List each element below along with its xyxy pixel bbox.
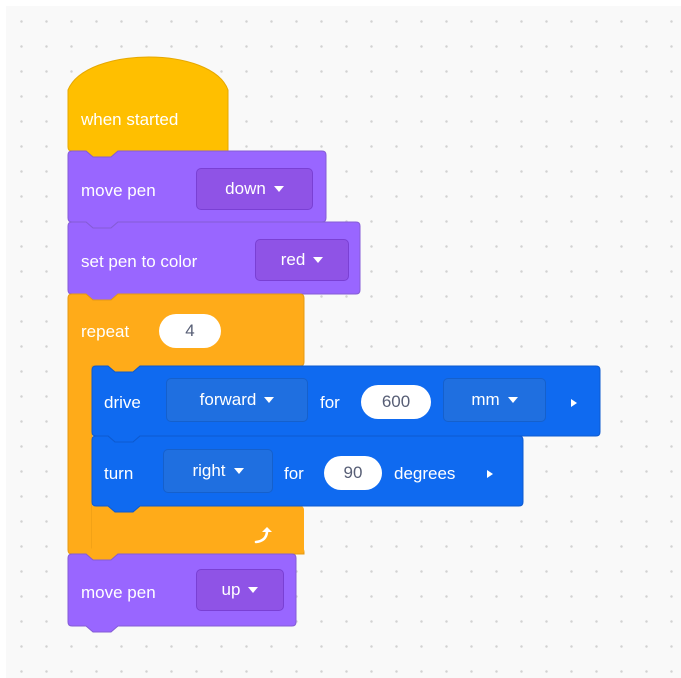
turn-label: turn	[104, 464, 134, 483]
drive-direction-value: forward	[199, 390, 257, 409]
block-workspace[interactable]: when started move pen down set pen to co…	[6, 6, 681, 678]
chevron-down-icon	[248, 587, 259, 593]
pen-color-dropdown[interactable]: red	[255, 239, 349, 281]
turn-block-shape	[91, 435, 524, 513]
repeat-label: repeat	[81, 322, 130, 341]
chevron-down-icon	[507, 397, 518, 403]
turn-angle-input[interactable]: 90	[324, 456, 382, 490]
turn-unit-label: degrees	[394, 464, 456, 483]
pen-up-value: up	[221, 580, 241, 599]
pen-position-value: down	[225, 179, 266, 198]
pen-up-dropdown[interactable]: up	[196, 569, 284, 611]
pen-color-label: set pen to color	[81, 252, 198, 271]
drive-unit-value: mm	[471, 390, 500, 409]
drive-direction-dropdown[interactable]: forward	[166, 378, 308, 422]
pen-color-value: red	[280, 250, 306, 269]
loop-arrow-icon	[254, 527, 272, 544]
chevron-down-icon	[313, 257, 324, 263]
chevron-down-icon	[273, 186, 284, 192]
drive-unit-dropdown[interactable]: mm	[443, 378, 546, 422]
turn-for-label: for	[284, 464, 304, 483]
chevron-down-icon	[264, 397, 275, 403]
block-shapes	[67, 56, 601, 633]
repeat-count-input[interactable]: 4	[159, 314, 221, 348]
when-started-block-shape	[67, 56, 229, 158]
when-started-label: when started	[81, 110, 179, 129]
run-step-icon[interactable]	[487, 470, 493, 478]
turn-direction-value: right	[192, 461, 226, 480]
chevron-down-icon	[233, 468, 244, 474]
pen-position-dropdown[interactable]: down	[196, 168, 313, 210]
pen-up-label: move pen	[81, 583, 156, 602]
drive-for-label: for	[320, 393, 340, 412]
pen-down-label: move pen	[81, 181, 156, 200]
run-step-icon[interactable]	[571, 399, 577, 407]
drive-distance-input[interactable]: 600	[361, 385, 431, 419]
drive-label: drive	[104, 393, 141, 412]
turn-direction-dropdown[interactable]: right	[163, 449, 273, 493]
